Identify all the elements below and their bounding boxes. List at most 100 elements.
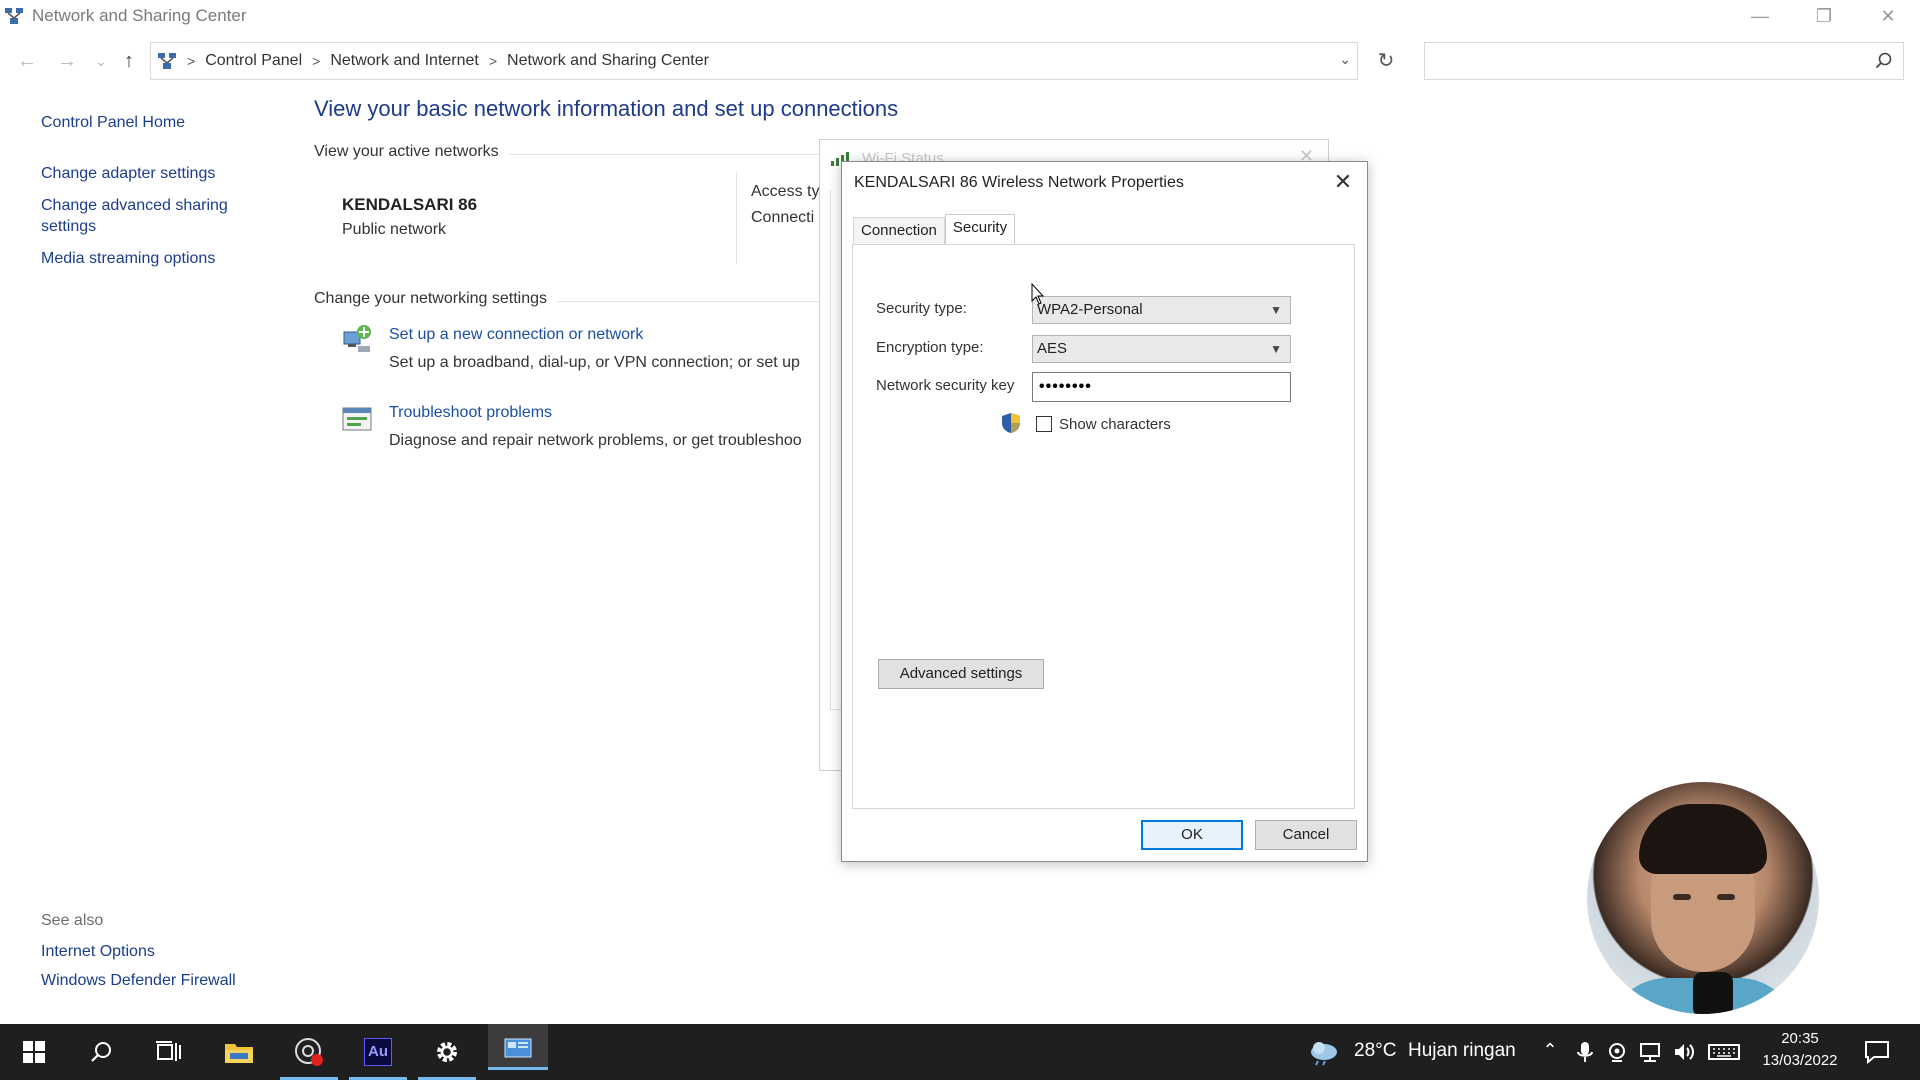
page-title: View your basic network information and … <box>314 96 899 121</box>
uac-shield-icon <box>1002 413 1020 433</box>
search-input[interactable] <box>1424 42 1904 80</box>
troubleshoot-link[interactable]: Troubleshoot problems <box>389 404 552 422</box>
window-title: Network and Sharing Center <box>32 6 247 25</box>
link-windows-defender-firewall[interactable]: Windows Defender Firewall <box>41 972 301 990</box>
control-panel-taskbar-button[interactable] <box>488 1024 548 1070</box>
breadcrumb-separator[interactable]: > <box>312 53 320 69</box>
ok-button[interactable]: OK <box>1141 820 1243 850</box>
control-panel-icon <box>504 1038 532 1057</box>
weather-cloud-icon[interactable] <box>1308 1038 1340 1066</box>
breadcrumb-separator[interactable]: > <box>489 53 497 69</box>
taskbar: Au 28°C Hujan ringan ⌃ 20:35 13/03/2022 <box>0 1024 1920 1080</box>
advanced-settings-button[interactable]: Advanced settings <box>878 659 1044 689</box>
settings-button[interactable] <box>423 1034 471 1070</box>
see-also-label: See also <box>41 912 104 929</box>
adobe-audition-icon: Au <box>364 1038 392 1066</box>
network-security-key-label: Network security key <box>876 377 1015 394</box>
tab-connection[interactable]: Connection <box>853 217 945 245</box>
restore-button[interactable]: ❐ <box>1792 0 1856 32</box>
task-view-icon <box>156 1041 181 1061</box>
encryption-type-value: AES <box>1037 340 1068 357</box>
sidebar-item-media-streaming[interactable]: Media streaming options <box>41 248 215 269</box>
security-type-label: Security type: <box>876 300 967 317</box>
volume-icon[interactable] <box>1672 1040 1696 1064</box>
breadcrumb-network-internet[interactable]: Network and Internet <box>330 52 479 70</box>
forward-button[interactable]: → <box>54 48 80 74</box>
system-clock[interactable]: 20:35 13/03/2022 <box>1752 1028 1848 1072</box>
clock-time: 20:35 <box>1781 1030 1819 1047</box>
active-networks-label: View your active networks <box>314 143 509 161</box>
network-icon[interactable] <box>1638 1040 1662 1064</box>
divider <box>736 172 737 264</box>
dialog-close-button[interactable]: ✕ <box>1329 168 1357 196</box>
cancel-button[interactable]: Cancel <box>1255 820 1357 850</box>
security-type-value: WPA2-Personal <box>1037 301 1143 318</box>
weather-temperature[interactable]: 28°C <box>1354 1040 1396 1062</box>
back-button[interactable]: ← <box>14 48 40 74</box>
troubleshoot-description: Diagnose and repair network problems, or… <box>389 432 802 449</box>
notification-center-icon[interactable] <box>1864 1040 1890 1064</box>
webcam-microphone <box>1693 972 1733 1014</box>
network-type[interactable]: Public network <box>342 221 446 239</box>
windows-logo-icon <box>23 1041 45 1063</box>
webcam-tray-icon[interactable] <box>1605 1040 1629 1064</box>
weather-description[interactable]: Hujan ringan <box>1408 1040 1516 1062</box>
start-button[interactable] <box>10 1034 58 1070</box>
webcam-overlay <box>1587 782 1819 1014</box>
dialog-title: KENDALSARI 86 Wireless Network Propertie… <box>854 174 1184 191</box>
show-characters-checkbox[interactable] <box>1036 416 1052 432</box>
network-security-key-input[interactable]: •••••••• <box>1032 372 1291 402</box>
search-icon <box>91 1042 111 1062</box>
breadcrumb-network-sharing-center[interactable]: Network and Sharing Center <box>507 52 709 70</box>
tab-bar: Connection Security <box>853 214 1016 245</box>
network-center-icon <box>5 8 23 24</box>
webcam-eye <box>1717 894 1735 900</box>
setup-connection-description: Set up a broadband, dial-up, or VPN conn… <box>389 354 800 371</box>
task-view-button[interactable] <box>145 1034 193 1070</box>
wireless-properties-dialog: KENDALSARI 86 Wireless Network Propertie… <box>841 161 1368 862</box>
close-window-button[interactable]: ✕ <box>1856 0 1920 32</box>
screen-recorder-button[interactable] <box>285 1034 333 1070</box>
network-name: KENDALSARI 86 <box>342 195 478 214</box>
gear-icon <box>437 1042 457 1062</box>
address-dropdown-icon[interactable]: ⌄ <box>1339 51 1351 68</box>
breadcrumb-separator: > <box>187 53 196 69</box>
show-characters-label[interactable]: Show characters <box>1059 416 1171 433</box>
troubleshoot-icon <box>342 407 372 431</box>
refresh-button[interactable]: ↻ <box>1366 42 1406 80</box>
access-type-label: Access ty <box>751 183 820 200</box>
chevron-down-icon: ▼ <box>1270 342 1282 356</box>
mouse-cursor-icon <box>1031 283 1045 305</box>
file-explorer-button[interactable] <box>215 1034 263 1070</box>
search-icon[interactable] <box>1875 52 1893 70</box>
encryption-type-label: Encryption type: <box>876 339 984 356</box>
tab-security[interactable]: Security <box>944 214 1016 245</box>
breadcrumb-control-panel[interactable]: Control Panel <box>205 52 302 70</box>
search-taskbar-button[interactable] <box>78 1034 126 1070</box>
security-type-select[interactable]: WPA2-Personal ▼ <box>1032 296 1291 324</box>
clock-date: 13/03/2022 <box>1762 1052 1838 1069</box>
webcam-eye <box>1673 894 1691 900</box>
folder-icon <box>225 1044 253 1063</box>
up-button[interactable]: ↑ <box>116 48 142 74</box>
chevron-up-icon[interactable]: ⌃ <box>1538 1040 1562 1064</box>
sidebar-item-advanced-sharing[interactable]: Change advanced sharing settings <box>41 195 251 237</box>
networking-settings-label: Change your networking settings <box>314 290 558 308</box>
microphone-icon[interactable] <box>1573 1040 1597 1064</box>
audition-button[interactable]: Au <box>354 1034 402 1070</box>
see-also-section: See also Internet Options Windows Defend… <box>41 912 301 1001</box>
encryption-type-select[interactable]: AES ▼ <box>1032 335 1291 363</box>
control-panel-icon <box>158 53 176 69</box>
link-internet-options[interactable]: Internet Options <box>41 943 301 961</box>
keyboard-icon[interactable] <box>1708 1040 1740 1064</box>
webcam-hair <box>1639 804 1767 874</box>
setup-connection-link[interactable]: Set up a new connection or network <box>389 326 643 344</box>
recorder-icon <box>295 1038 323 1066</box>
recent-locations-button[interactable]: ⌄ <box>88 48 114 74</box>
minimize-button[interactable]: — <box>1728 0 1792 32</box>
sidebar-item-change-adapter[interactable]: Change adapter settings <box>41 163 215 184</box>
address-bar[interactable]: > Control Panel > Network and Internet >… <box>150 42 1358 80</box>
navigation-bar: ← → ⌄ ↑ > Control Panel > Network and In… <box>0 42 1920 80</box>
sidebar-item-control-panel-home[interactable]: Control Panel Home <box>41 112 185 133</box>
title-bar: Network and Sharing Center — ❐ ✕ <box>0 0 1920 32</box>
